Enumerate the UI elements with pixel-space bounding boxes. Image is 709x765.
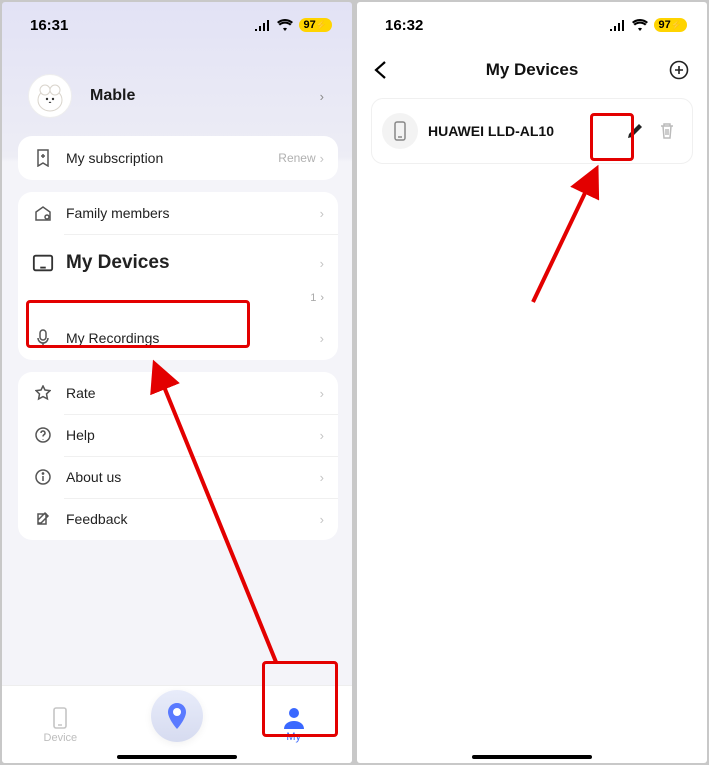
home-user-icon: [32, 205, 54, 221]
tab-bar: Device My: [2, 685, 352, 763]
chevron-right-icon: ›: [320, 89, 324, 104]
device-type-icon: [382, 113, 418, 149]
row-rate[interactable]: Rate ›: [18, 372, 338, 414]
device-name: HUAWEI LLD-AL10: [428, 123, 622, 139]
page-header: My Devices: [357, 42, 707, 90]
card-rate-help-about-feedback: Rate › Help › About us › Feedback ›: [18, 372, 338, 540]
star-icon: [32, 385, 54, 401]
battery-badge: 97⚡: [654, 18, 687, 32]
device-row: HUAWEI LLD-AL10: [371, 98, 693, 164]
chevron-right-icon: ›: [320, 151, 324, 166]
bookmark-plus-icon: [32, 149, 54, 167]
row-my-devices[interactable]: My Devices ›: [18, 234, 338, 292]
home-indicator[interactable]: [117, 755, 237, 759]
tab-my-label: My: [286, 731, 301, 743]
battery-badge: 97⚡: [299, 18, 332, 32]
tablet-icon: [32, 253, 54, 273]
tab-my[interactable]: My: [235, 686, 352, 763]
user-header[interactable]: Mable ›: [2, 42, 352, 136]
status-bar: 16:31 97⚡: [2, 2, 352, 42]
add-button[interactable]: [667, 60, 691, 80]
info-icon: [32, 469, 54, 485]
pencil-icon: [626, 122, 644, 140]
row-help[interactable]: Help ›: [18, 414, 338, 456]
menu-content: My subscription Renew › Family members ›…: [2, 136, 352, 552]
status-time: 16:31: [30, 17, 68, 34]
row-family[interactable]: Family members ›: [18, 192, 338, 234]
row-subscription[interactable]: My subscription Renew ›: [18, 136, 338, 180]
device-icon: [50, 706, 70, 730]
status-bar: 16:32 97⚡: [357, 2, 707, 42]
feedback-label: Feedback: [66, 511, 320, 527]
tab-location[interactable]: [119, 686, 236, 763]
wifi-icon: [277, 19, 293, 31]
rate-label: Rate: [66, 385, 320, 401]
recordings-label: My Recordings: [66, 330, 320, 346]
about-label: About us: [66, 469, 320, 485]
status-icons: 97⚡: [254, 18, 332, 32]
edit-device-button[interactable]: [622, 122, 648, 140]
help-icon: [32, 427, 54, 443]
person-icon: [282, 707, 306, 729]
chevron-right-icon: ›: [320, 331, 324, 346]
page-title: My Devices: [397, 60, 667, 80]
pin-icon: [166, 703, 188, 729]
tab-device[interactable]: Device: [2, 686, 119, 763]
card-family-devices-recordings: Family members › My Devices › 1 › My Rec…: [18, 192, 338, 360]
chevron-right-icon: ›: [320, 206, 324, 221]
status-time: 16:32: [385, 17, 423, 34]
chevron-right-icon: ›: [320, 512, 324, 527]
chevron-left-icon: [373, 60, 387, 80]
row-feedback[interactable]: Feedback ›: [18, 498, 338, 540]
wifi-icon: [632, 19, 648, 31]
status-icons: 97⚡: [609, 18, 687, 32]
avatar: [28, 74, 72, 118]
chevron-right-icon: ›: [320, 428, 324, 443]
back-button[interactable]: [373, 60, 397, 80]
phone-icon: [393, 121, 407, 141]
chevron-right-icon: ›: [320, 470, 324, 485]
signal-icon: [609, 20, 626, 31]
devices-count-row[interactable]: 1 ›: [18, 292, 338, 316]
plus-circle-icon: [669, 60, 689, 80]
tab-device-label: Device: [44, 732, 78, 744]
edit-square-icon: [32, 511, 54, 527]
chevron-right-icon: ›: [320, 292, 324, 304]
devices-count: 1: [310, 292, 316, 304]
location-fab: [151, 690, 203, 742]
help-label: Help: [66, 427, 320, 443]
chevron-right-icon: ›: [320, 256, 324, 271]
user-name: Mable: [90, 87, 320, 105]
chevron-right-icon: ›: [320, 386, 324, 401]
screen-my-devices: 16:32 97⚡ My Devices HUAWEI LLD-AL10: [357, 2, 707, 763]
trash-icon: [659, 122, 675, 140]
delete-device-button[interactable]: [654, 122, 680, 140]
signal-icon: [254, 20, 271, 31]
my-devices-label: My Devices: [66, 252, 320, 274]
row-recordings[interactable]: My Recordings ›: [18, 316, 338, 360]
screen-my-page: 16:31 97⚡ Mable › My subscription Renew …: [2, 2, 352, 763]
mic-icon: [32, 329, 54, 347]
renew-text: Renew: [278, 151, 315, 165]
row-about[interactable]: About us ›: [18, 456, 338, 498]
card-subscription: My subscription Renew ›: [18, 136, 338, 180]
home-indicator[interactable]: [472, 755, 592, 759]
subscription-label: My subscription: [66, 150, 278, 166]
family-label: Family members: [66, 205, 320, 221]
